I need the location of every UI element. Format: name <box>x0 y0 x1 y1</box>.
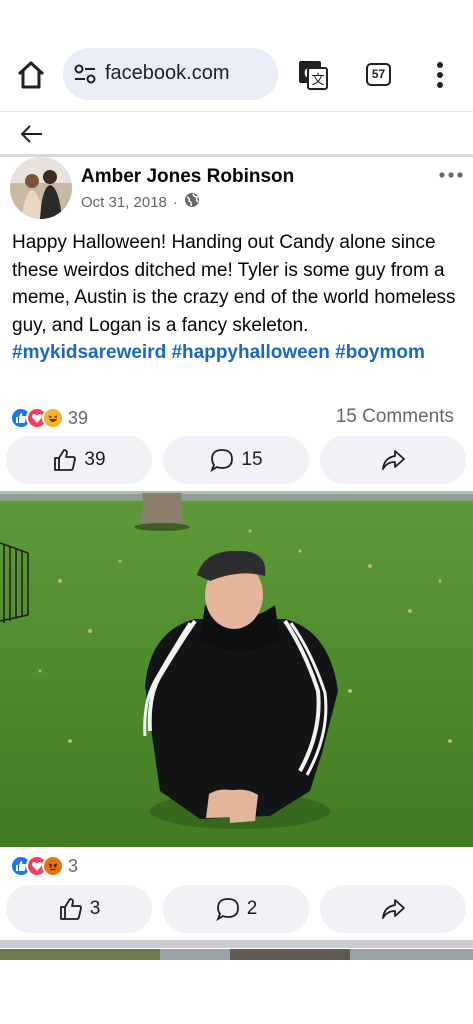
more-horiz-icon[interactable] <box>438 168 464 182</box>
thumbs-up-icon <box>54 449 77 471</box>
photo-like-count: 3 <box>89 898 101 919</box>
divider <box>0 154 473 157</box>
url-bar[interactable]: facebook.com <box>63 48 278 100</box>
haha-reaction-icon <box>42 407 64 429</box>
like-button[interactable]: 39 <box>6 436 152 484</box>
home-icon[interactable] <box>14 58 48 92</box>
divider <box>0 940 473 948</box>
back-arrow-icon[interactable] <box>20 123 44 145</box>
share-icon <box>382 450 405 470</box>
angry-reaction-icon <box>42 855 64 877</box>
post-nav-bar <box>0 113 473 155</box>
photo-like-button[interactable]: 3 <box>6 885 152 933</box>
comment-count: 15 <box>241 449 263 470</box>
post-author[interactable]: Amber Jones Robinson <box>81 166 294 188</box>
thumbs-up-icon <box>59 898 82 920</box>
avatar[interactable] <box>10 157 72 219</box>
url-text[interactable]: facebook.com <box>105 62 230 85</box>
post-photo[interactable] <box>0 491 473 847</box>
share-button[interactable] <box>320 436 466 484</box>
photo-reaction-count: 3 <box>68 855 79 876</box>
globe-icon <box>184 192 200 212</box>
comment-icon <box>215 898 239 922</box>
site-settings-icon[interactable] <box>73 62 97 86</box>
reaction-count: 39 <box>68 407 89 428</box>
photo-share-button[interactable] <box>320 885 466 933</box>
comment-button[interactable]: 15 <box>163 436 309 484</box>
browser-toolbar: facebook.com G 文 57 <box>0 0 473 112</box>
post-body: Happy Halloween! Handing out Candy alone… <box>12 229 462 367</box>
translate-icon[interactable]: G 文 <box>298 60 328 90</box>
next-photo-preview[interactable] <box>0 948 473 960</box>
post-date[interactable]: Oct 31, 2018 <box>81 194 167 211</box>
comment-icon <box>210 449 234 473</box>
post-text: Happy Halloween! Handing out Candy alone… <box>12 232 456 336</box>
share-icon <box>382 899 405 919</box>
photo-action-bar: 3 2 <box>0 885 473 933</box>
post-meta: Oct 31, 2018 · <box>81 192 200 212</box>
post-action-bar: 39 15 <box>0 436 473 484</box>
meta-separator: · <box>172 193 178 211</box>
reaction-summary[interactable]: 39 <box>10 405 88 431</box>
like-count: 39 <box>84 449 106 470</box>
photo-reaction-summary[interactable]: 3 <box>10 853 78 879</box>
photo-comment-button[interactable]: 2 <box>163 885 309 933</box>
svg-text:文: 文 <box>311 73 324 88</box>
post-hashtags[interactable]: #mykidsareweird #happyhalloween #boymom <box>12 342 425 363</box>
tabs-icon[interactable]: 57 <box>366 63 391 86</box>
photo-comment-count: 2 <box>246 898 258 919</box>
comments-count[interactable]: 15 Comments <box>336 406 454 428</box>
more-vert-icon[interactable] <box>430 60 450 90</box>
